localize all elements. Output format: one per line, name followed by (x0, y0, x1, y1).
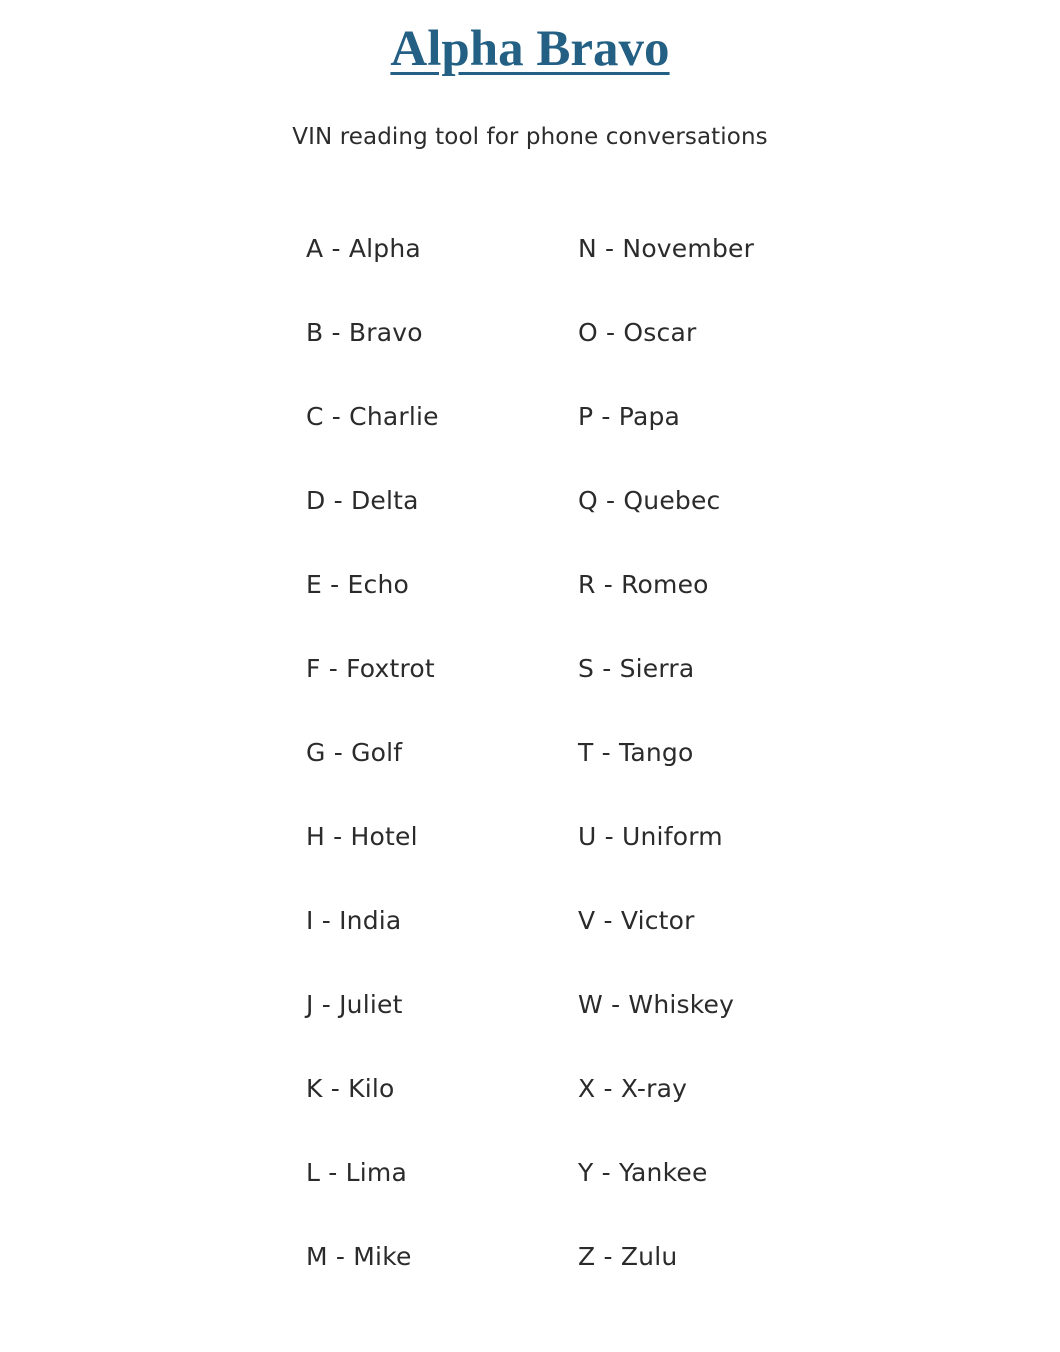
phonetic-item-n: N - November (578, 234, 755, 263)
page-subtitle: VIN reading tool for phone conversations (292, 124, 768, 150)
phonetic-columns: A - Alpha B - Bravo C - Charlie D - Delt… (306, 232, 866, 1324)
phonetic-item-c: C - Charlie (306, 402, 439, 431)
phonetic-item-y: Y - Yankee (578, 1158, 708, 1187)
phonetic-item-j: J - Juliet (306, 990, 403, 1019)
phonetic-item-e: E - Echo (306, 570, 409, 599)
phonetic-item-g: G - Golf (306, 738, 403, 767)
phonetic-item-l: L - Lima (306, 1158, 407, 1187)
phonetic-column-right: N - November O - Oscar P - Papa Q - Queb… (578, 232, 850, 1324)
phonetic-item-u: U - Uniform (578, 822, 723, 851)
title-row: Alpha Bravo (0, 24, 1060, 75)
phonetic-item-q: Q - Quebec (578, 486, 721, 515)
page-root: Alpha Bravo VIN reading tool for phone c… (0, 0, 1060, 1352)
phonetic-item-a: A - Alpha (306, 234, 421, 263)
phonetic-item-r: R - Romeo (578, 570, 709, 599)
phonetic-item-f: F - Foxtrot (306, 654, 435, 683)
phonetic-item-k: K - Kilo (306, 1074, 395, 1103)
phonetic-item-o: O - Oscar (578, 318, 697, 347)
phonetic-item-w: W - Whiskey (578, 990, 735, 1019)
phonetic-item-m: M - Mike (306, 1242, 412, 1271)
phonetic-column-left: A - Alpha B - Bravo C - Charlie D - Delt… (306, 232, 578, 1324)
phonetic-item-x: X - X-ray (578, 1074, 688, 1103)
phonetic-item-i: I - India (306, 906, 402, 935)
phonetic-item-p: P - Papa (578, 402, 681, 431)
phonetic-item-s: S - Sierra (578, 654, 695, 683)
phonetic-item-h: H - Hotel (306, 822, 418, 851)
phonetic-item-b: B - Bravo (306, 318, 423, 347)
phonetic-item-t: T - Tango (578, 738, 694, 767)
phonetic-item-d: D - Delta (306, 486, 419, 515)
phonetic-alphabet-table: A - Alpha B - Bravo C - Charlie D - Delt… (306, 232, 866, 1324)
page-title-link[interactable]: Alpha Bravo (0, 24, 1060, 75)
phonetic-item-z: Z - Zulu (578, 1242, 678, 1271)
phonetic-item-v: V - Victor (578, 906, 695, 935)
